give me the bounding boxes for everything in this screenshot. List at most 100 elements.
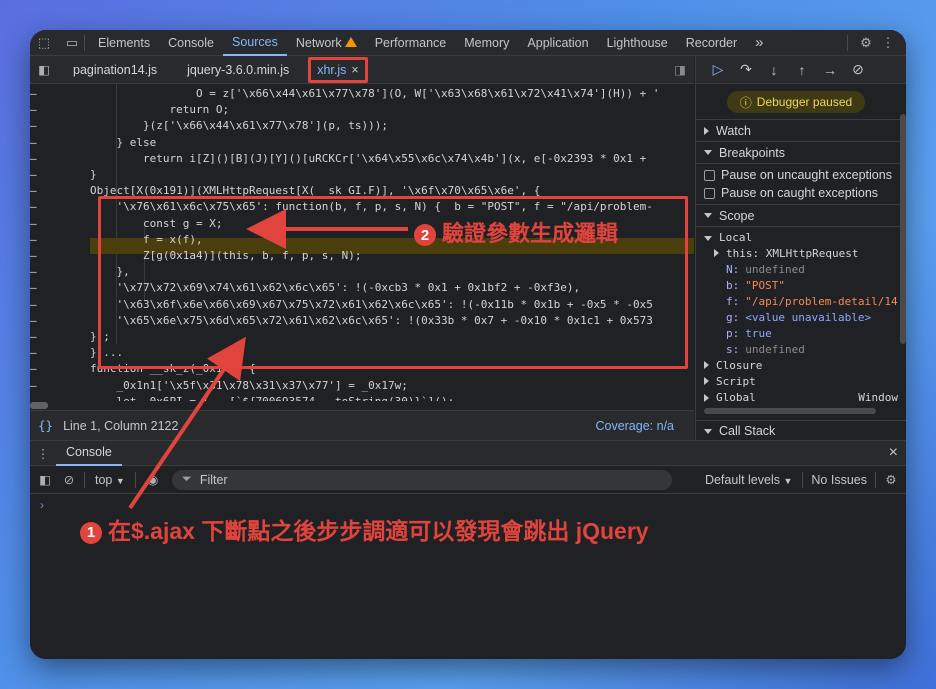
scope-hscrollbar[interactable] bbox=[704, 408, 876, 414]
file-tab-xhr[interactable]: xhr.js × bbox=[308, 56, 368, 83]
step-out-icon[interactable]: ↑ bbox=[788, 62, 816, 78]
scope-var-value: <value unavailable> bbox=[745, 311, 872, 324]
tab-elements[interactable]: Elements bbox=[89, 30, 159, 56]
drawer-tab-console[interactable]: Console bbox=[56, 440, 122, 466]
file-tab-pagination[interactable]: pagination14.js bbox=[58, 56, 172, 84]
expand-icon bbox=[704, 394, 709, 402]
annotation-one-badge: 1 bbox=[80, 521, 102, 544]
scroll-thumb[interactable] bbox=[30, 402, 48, 409]
inspect-element-icon[interactable]: ⬚ bbox=[36, 35, 52, 51]
scope-var[interactable]: N: undefined bbox=[696, 262, 906, 278]
settings-gear-icon[interactable]: ⚙ bbox=[858, 35, 874, 51]
tab-network[interactable]: Network bbox=[287, 30, 366, 56]
gutter-marker[interactable]: – bbox=[30, 216, 40, 232]
sidebar-vscrollbar[interactable] bbox=[900, 114, 906, 344]
step-over-icon[interactable]: ↷ bbox=[732, 61, 760, 78]
checkbox-box[interactable] bbox=[704, 187, 715, 199]
tab-performance[interactable]: Performance bbox=[366, 30, 456, 56]
gutter-marker[interactable]: – bbox=[30, 199, 40, 215]
more-tabs-button[interactable]: » bbox=[746, 30, 772, 56]
toggle-debugger-icon[interactable]: ◨ bbox=[666, 62, 694, 77]
section-callstack[interactable]: Call Stack bbox=[696, 420, 906, 440]
resume-icon[interactable]: ▷ bbox=[704, 61, 732, 78]
drawer-close-icon[interactable]: × bbox=[889, 444, 898, 462]
scope-this-key: this: bbox=[726, 247, 760, 260]
tab-console[interactable]: Console bbox=[159, 30, 223, 56]
scope-script-label: Script bbox=[716, 375, 756, 388]
checkbox-box[interactable] bbox=[704, 169, 715, 181]
console-filter-input[interactable]: ⏷ Filter bbox=[171, 469, 672, 490]
scope-closure[interactable]: Closure bbox=[696, 358, 906, 374]
console-prompt-icon[interactable]: › bbox=[40, 498, 44, 512]
scope-var-value: true bbox=[745, 327, 772, 340]
gutter-marker[interactable]: – bbox=[30, 345, 40, 361]
tab-lighthouse[interactable]: Lighthouse bbox=[598, 30, 677, 56]
gutter-marker[interactable]: – bbox=[30, 297, 40, 313]
scope-var[interactable]: p: true bbox=[696, 326, 906, 342]
scope-var[interactable]: g: <value unavailable> bbox=[696, 310, 906, 326]
pretty-print-icon[interactable]: {} bbox=[38, 418, 53, 433]
gutter-marker[interactable]: – bbox=[30, 183, 40, 199]
tab-application[interactable]: Application bbox=[518, 30, 597, 56]
gutter-marker[interactable]: – bbox=[30, 232, 40, 248]
clear-console-icon[interactable]: ⊘ bbox=[58, 472, 80, 487]
log-levels-dropdown[interactable]: Default levels ▼ bbox=[699, 473, 798, 487]
gutter-marker[interactable]: – bbox=[30, 378, 40, 394]
scope-var-value: "/api/problem-detail/14 bbox=[745, 295, 898, 308]
drawer-menu-icon[interactable]: ⋮ bbox=[30, 446, 56, 461]
live-expression-eye-icon[interactable]: ◉ bbox=[140, 472, 166, 487]
code-line: } bbox=[90, 168, 97, 181]
coverage-status[interactable]: Coverage: n/a bbox=[595, 419, 674, 433]
section-watch-label: Watch bbox=[716, 123, 751, 138]
scope-var-key: s: bbox=[726, 343, 740, 356]
gutter-marker[interactable]: – bbox=[30, 118, 40, 134]
gutter-marker[interactable]: – bbox=[30, 86, 40, 102]
gutter-marker[interactable]: – bbox=[30, 329, 40, 345]
toggle-navigator-icon[interactable]: ◧ bbox=[30, 62, 58, 77]
scope-global[interactable]: Global Window bbox=[696, 390, 906, 406]
annotation-two: 2 驗證參數生成邏輯 bbox=[414, 216, 618, 248]
gutter-marker[interactable]: – bbox=[30, 167, 40, 183]
issues-button[interactable]: No Issues bbox=[807, 473, 871, 487]
console-sidebar-icon[interactable]: ◧ bbox=[32, 472, 58, 487]
debugger-sidebar: ▷ ↷ ↓ ↑ → ⊘ ⓘ Debugger paused Watch Brea… bbox=[695, 56, 906, 440]
console-settings-gear-icon[interactable]: ⚙ bbox=[880, 472, 902, 487]
gutter-marker[interactable]: – bbox=[30, 280, 40, 296]
gutter-marker[interactable]: – bbox=[30, 135, 40, 151]
scope-var[interactable]: b: "POST" bbox=[696, 278, 906, 294]
devtools-window: ⬚ ▭ Elements Console Sources Network Per… bbox=[30, 30, 906, 659]
gutter-marker[interactable]: – bbox=[30, 313, 40, 329]
pause-uncaught-checkbox[interactable]: Pause on uncaught exceptions bbox=[696, 166, 906, 184]
section-watch[interactable]: Watch bbox=[696, 120, 906, 142]
gutter-marker[interactable]: – bbox=[30, 102, 40, 118]
section-breakpoints[interactable]: Breakpoints bbox=[696, 142, 906, 164]
step-icon[interactable]: → bbox=[816, 62, 844, 78]
console-toolbar: ◧ ⊘ top ▼ ◉ ⏷ Filter Default levels ▼ No… bbox=[30, 466, 906, 494]
gutter-marker[interactable]: – bbox=[30, 248, 40, 264]
scope-var-key: N: bbox=[726, 263, 740, 276]
device-toolbar-icon[interactable]: ▭ bbox=[64, 35, 80, 51]
tab-memory[interactable]: Memory bbox=[455, 30, 518, 56]
scope-var[interactable]: f: "/api/problem-detail/14 bbox=[696, 294, 906, 310]
scope-var[interactable]: s: undefined bbox=[696, 342, 906, 358]
gutter-marker[interactable]: – bbox=[30, 264, 40, 280]
file-tabbar: ◧ pagination14.js jquery-3.6.0.min.js xh… bbox=[30, 56, 694, 84]
file-tab-jquery[interactable]: jquery-3.6.0.min.js bbox=[172, 56, 304, 84]
deactivate-breakpoints-icon[interactable]: ⊘ bbox=[844, 61, 872, 78]
expand-icon bbox=[704, 377, 709, 385]
horizontal-scrollbar[interactable] bbox=[30, 401, 694, 410]
scope-this[interactable]: this: XMLHttpRequest bbox=[696, 246, 906, 262]
pause-caught-checkbox[interactable]: Pause on caught exceptions bbox=[696, 184, 906, 202]
gutter-marker[interactable]: – bbox=[30, 151, 40, 167]
scope-local[interactable]: Local bbox=[696, 230, 906, 246]
section-scope[interactable]: Scope bbox=[696, 205, 906, 227]
tab-recorder[interactable]: Recorder bbox=[677, 30, 746, 56]
kebab-menu-icon[interactable]: ⋮ bbox=[880, 35, 896, 51]
tab-sources[interactable]: Sources bbox=[222, 30, 287, 56]
step-into-icon[interactable]: ↓ bbox=[760, 62, 788, 78]
close-icon[interactable]: × bbox=[351, 63, 358, 77]
gutter-marker[interactable]: – bbox=[30, 361, 40, 377]
scope-script[interactable]: Script bbox=[696, 374, 906, 390]
tab-network-label: Network bbox=[295, 35, 342, 50]
context-selector[interactable]: top ▼ bbox=[89, 473, 131, 487]
